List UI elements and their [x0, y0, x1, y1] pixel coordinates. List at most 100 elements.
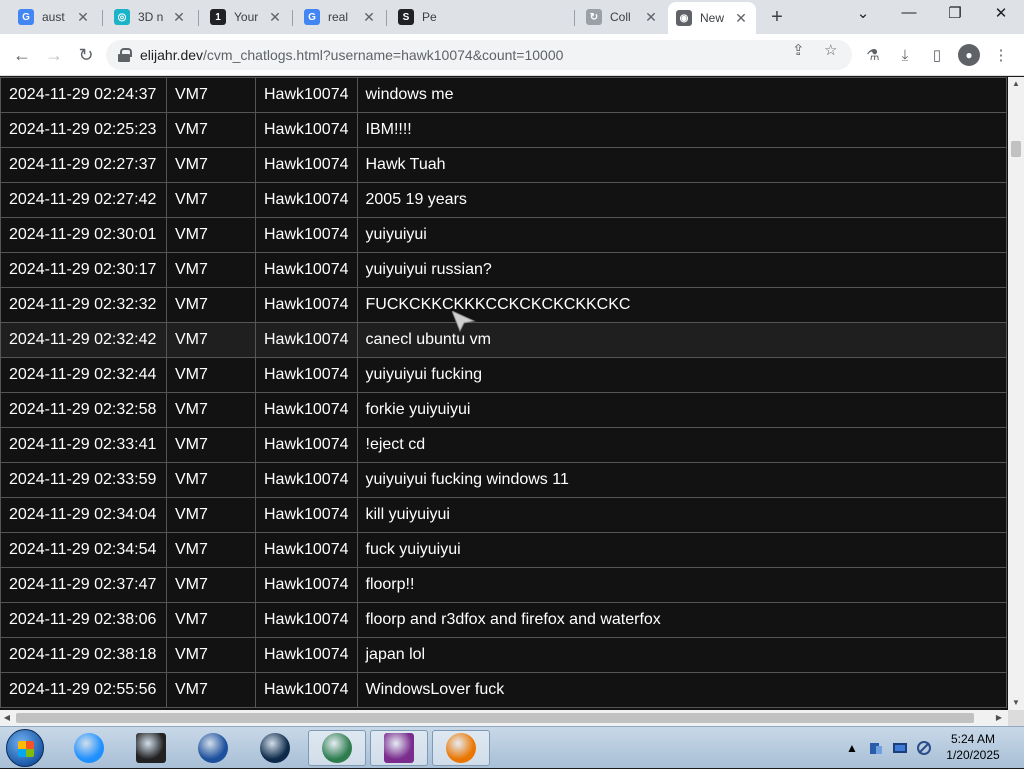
tab-strip: Gaust ✕ ◎ 3D n ✕ 1 Your ✕ Greal ✕ S Pe ↻ Coll ✕ ◉ New ✕ +…: [0, 0, 1024, 34]
cell-message: !eject cd: [356, 427, 1007, 463]
tab-1[interactable]: ◎ 3D n ✕: [106, 4, 194, 30]
cell-vm: VM7: [166, 427, 256, 463]
taskbar-app-3[interactable]: [246, 730, 304, 766]
show-hidden-icons-icon[interactable]: ▲: [846, 727, 858, 769]
side-panel-icon[interactable]: ▯: [926, 44, 948, 66]
scroll-down-icon[interactable]: ▼: [1008, 696, 1024, 710]
vertical-scrollbar[interactable]: ▲ ▼: [1008, 77, 1024, 710]
cell-timestamp: 2024-11-29 02:25:23: [0, 112, 167, 148]
table-row: 2024-11-29 02:33:41 VM7 Hawk10074 !eject cd: [0, 427, 1007, 463]
table-row: 2024-11-29 02:30:01 VM7 Hawk10074 yuiyuiyui: [0, 217, 1007, 253]
scroll-right-icon[interactable]: ▶: [992, 710, 1006, 726]
taskbar-app-4[interactable]: [308, 730, 366, 766]
cell-message: Hawk Tuah: [356, 147, 1007, 183]
table-row: 2024-11-29 02:38:06 VM7 Hawk10074 floorp an…: [0, 602, 1007, 638]
network-icon[interactable]: [868, 727, 884, 769]
cell-vm: VM7: [166, 112, 256, 148]
system-clock[interactable]: 5:24 AM 1/20/2025: [940, 731, 1006, 763]
scroll-left-icon[interactable]: ◀: [0, 710, 14, 726]
tab-separator: [102, 10, 103, 26]
cell-vm: VM7: [166, 287, 256, 323]
lab-flask-icon[interactable]: ⚗: [862, 44, 884, 66]
horizontal-scroll-thumb[interactable]: [16, 713, 974, 723]
cell-timestamp: 2024-11-29 02:33:41: [0, 427, 167, 463]
cell-message: yuiyuiyui: [356, 217, 1007, 253]
cell-vm: VM7: [166, 357, 256, 393]
cell-username: Hawk10074: [255, 672, 358, 708]
cell-username: Hawk10074: [255, 357, 358, 393]
bookmark-star-icon[interactable]: ☆: [824, 41, 837, 59]
cell-vm: VM7: [166, 392, 256, 428]
google-icon: G: [18, 9, 34, 25]
taskbar-app-5[interactable]: [370, 730, 428, 766]
tab-4[interactable]: S Pe: [390, 4, 456, 30]
google-icon: G: [304, 9, 320, 25]
address-bar[interactable]: elijahr.dev/cvm_chatlogs.html?username=h…: [106, 40, 852, 70]
close-window-button[interactable]: ✕: [990, 4, 1012, 22]
start-button[interactable]: [6, 729, 44, 767]
cell-username: Hawk10074: [255, 217, 358, 253]
reload-button[interactable]: ↻: [74, 43, 98, 67]
forward-button[interactable]: →: [42, 43, 66, 67]
globe-icon: [260, 733, 290, 763]
cell-vm: VM7: [166, 602, 256, 638]
tab-title: 3D n: [138, 10, 164, 24]
tab-5[interactable]: ↻ Coll ✕: [578, 4, 666, 30]
tab-close-icon[interactable]: ✕: [76, 9, 90, 26]
tab-search-chevron-icon[interactable]: ⌄: [852, 4, 874, 22]
cell-timestamp: 2024-11-29 02:38:18: [0, 637, 167, 673]
tab-close-icon[interactable]: ✕: [362, 9, 376, 26]
tab-close-icon[interactable]: ✕: [172, 9, 186, 26]
cell-timestamp: 2024-11-29 02:32:42: [0, 322, 167, 358]
cell-username: Hawk10074: [255, 497, 358, 533]
maximize-button[interactable]: ❐: [944, 4, 966, 22]
menu-kebab-icon[interactable]: ⋮: [990, 44, 1012, 66]
cell-timestamp: 2024-11-29 02:32:32: [0, 287, 167, 323]
tab-close-icon[interactable]: ✕: [268, 9, 282, 26]
tab-2[interactable]: 1 Your ✕: [202, 4, 290, 30]
tab-title: Coll: [610, 10, 631, 24]
cell-vm: VM7: [166, 532, 256, 568]
taskbar-app-1[interactable]: [122, 730, 180, 766]
tab-title: real: [328, 10, 349, 24]
tab-3[interactable]: Greal ✕: [296, 4, 384, 30]
minimize-button[interactable]: —: [898, 4, 920, 21]
cell-username: Hawk10074: [255, 112, 358, 148]
table-row: 2024-11-29 02:37:47 VM7 Hawk10074 floorp!!: [0, 567, 1007, 603]
back-button[interactable]: ←: [10, 43, 34, 67]
lock-icon: [118, 48, 132, 62]
cell-username: Hawk10074: [255, 252, 358, 288]
tab-close-icon[interactable]: ✕: [734, 10, 748, 27]
taskbar-app-6[interactable]: [432, 730, 490, 766]
url-path: /cvm_chatlogs.html?username=hawk10074&co…: [203, 47, 564, 63]
cell-message: IBM!!!!: [356, 112, 1007, 148]
cell-message: 2005 19 years: [356, 182, 1007, 218]
horizontal-scrollbar[interactable]: ◀ ▶: [0, 710, 1008, 726]
cell-timestamp: 2024-11-29 02:30:17: [0, 252, 167, 288]
profile-avatar[interactable]: ●: [958, 44, 980, 66]
tab-6[interactable]: ◉ New ✕: [668, 2, 756, 34]
taskbar-app-2[interactable]: [184, 730, 242, 766]
cell-username: Hawk10074: [255, 427, 358, 463]
tab-close-icon[interactable]: ✕: [644, 9, 658, 26]
volume-icon[interactable]: [916, 727, 934, 769]
scroll-up-icon[interactable]: ▲: [1008, 77, 1024, 91]
cell-timestamp: 2024-11-29 02:32:44: [0, 357, 167, 393]
chatlog-table: 2024-11-29 02:24:37 VM7 Hawk10074 windows m…: [0, 77, 1007, 708]
share-icon[interactable]: ⇪: [792, 41, 805, 59]
cell-timestamp: 2024-11-29 02:55:56: [0, 672, 167, 708]
taskbar-app-0[interactable]: [60, 730, 118, 766]
download-icon[interactable]: ⤓: [894, 44, 916, 66]
action-center-icon[interactable]: [892, 727, 908, 769]
cell-username: Hawk10074: [255, 567, 358, 603]
vertical-scroll-thumb[interactable]: [1011, 141, 1021, 157]
cell-message: japan lol: [356, 637, 1007, 673]
cell-username: Hawk10074: [255, 182, 358, 218]
cell-message: windows me: [356, 77, 1007, 113]
cell-username: Hawk10074: [255, 147, 358, 183]
tab-0[interactable]: Gaust ✕: [10, 4, 98, 30]
tab-title: New: [700, 11, 725, 25]
new-tab-button[interactable]: +: [766, 6, 788, 29]
table-row: 2024-11-29 02:32:58 VM7 Hawk10074 forkie yu…: [0, 392, 1007, 428]
ie-icon: [74, 733, 104, 763]
